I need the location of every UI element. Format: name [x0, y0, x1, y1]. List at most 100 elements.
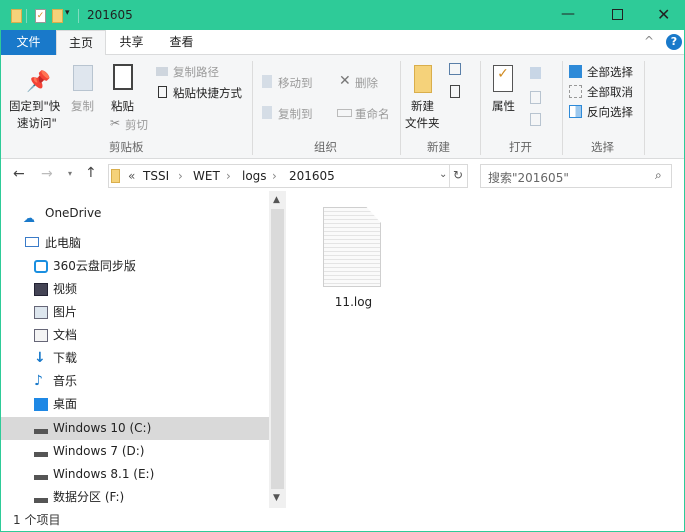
documents-icon: [34, 329, 48, 342]
sidebar-item-label: 下载: [53, 351, 78, 365]
invert-selection-icon: [569, 105, 582, 118]
recent-locations-button[interactable]: ▾: [68, 169, 72, 178]
status-bar: 1 个项目: [1, 509, 684, 531]
file-name: 11.log: [334, 295, 373, 309]
copy-to-button[interactable]: 复制到: [278, 106, 313, 122]
sidebar-item-label: OneDrive: [45, 206, 102, 220]
breadcrumb-wet[interactable]: WET: [193, 169, 220, 183]
sidebar-item-videos[interactable]: 视频: [1, 278, 269, 301]
new-folder-icon: [414, 65, 432, 93]
paste-shortcut-icon: [158, 86, 167, 98]
scrollbar-thumb[interactable]: [271, 209, 284, 489]
tab-share[interactable]: 共享: [109, 30, 154, 55]
new-item-icon[interactable]: [449, 63, 461, 75]
close-button[interactable]: ✕: [657, 5, 670, 24]
delete-button[interactable]: 删除: [355, 75, 378, 91]
breadcrumb-separator: ›: [272, 169, 277, 183]
music-icon: ♪: [34, 373, 43, 389]
move-to-button[interactable]: 移动到: [278, 75, 313, 91]
ribbon-home: 📌 固定到"快 速访问" 复制 粘贴 复制路径 粘贴快捷方式 ✂ 剪切 剪贴板 …: [1, 55, 684, 159]
sidebar-item-label: 图片: [53, 305, 78, 319]
forward-button[interactable]: →: [41, 166, 53, 182]
sidebar-item-drive-e[interactable]: Windows 8.1 (E:): [1, 463, 269, 486]
select-group-label: 选择: [591, 140, 614, 154]
sidebar-item-drive-c[interactable]: Windows 10 (C:): [1, 417, 269, 440]
sidebar-item-label: 文档: [53, 328, 78, 342]
scroll-up-icon[interactable]: ▲: [273, 195, 280, 205]
sidebar-item-music[interactable]: ♪ 音乐: [1, 370, 269, 393]
new-folder-quick-icon[interactable]: [52, 9, 63, 23]
history-icon[interactable]: [530, 113, 541, 126]
sidebar-item-pictures[interactable]: 图片: [1, 301, 269, 324]
rename-button[interactable]: 重命名: [355, 106, 390, 122]
pin-icon: 📌: [26, 69, 51, 93]
navigation-scrollbar[interactable]: ▲ ▼: [269, 191, 286, 508]
sidebar-item-drive-d[interactable]: Windows 7 (D:): [1, 440, 269, 463]
select-none-button[interactable]: 全部取消: [587, 84, 633, 100]
tab-view[interactable]: 查看: [159, 30, 204, 55]
file-item[interactable]: 11.log: [306, 201, 401, 316]
scissors-icon: ✂: [110, 116, 121, 130]
invert-selection-button[interactable]: 反向选择: [587, 104, 633, 120]
copy-button[interactable]: 复制: [71, 98, 94, 114]
new-folder-button[interactable]: 新建: [411, 98, 434, 114]
breadcrumb-overflow[interactable]: «: [128, 169, 135, 183]
copy-path-icon: [156, 67, 168, 76]
cut-button[interactable]: 剪切: [125, 117, 148, 133]
edit-icon[interactable]: [530, 91, 541, 104]
tab-file[interactable]: 文件: [1, 30, 56, 55]
download-icon: ↓: [34, 350, 46, 366]
copy-to-icon: [262, 106, 272, 119]
paste-button[interactable]: 粘贴: [111, 98, 134, 114]
copy-path-button[interactable]: 复制路径: [173, 64, 219, 80]
drive-icon: [34, 429, 48, 434]
computer-icon: [25, 237, 39, 247]
sidebar-item-label: Windows 7 (D:): [53, 444, 145, 458]
sidebar-item-documents[interactable]: 文档: [1, 324, 269, 347]
copy-icon: [73, 65, 93, 91]
sidebar-item-drive-f[interactable]: 数据分区 (F:): [1, 486, 269, 509]
open-icon[interactable]: [530, 67, 541, 79]
customize-quick-access-icon[interactable]: ▾: [65, 8, 70, 18]
easy-access-icon[interactable]: [450, 85, 460, 98]
select-all-button[interactable]: 全部选择: [587, 64, 633, 80]
refresh-icon[interactable]: ↻: [453, 168, 463, 182]
breadcrumb-201605[interactable]: 201605: [289, 169, 335, 183]
minimize-button[interactable]: —: [561, 6, 575, 22]
drive-icon: [34, 498, 48, 503]
properties-quick-icon[interactable]: ✓: [35, 9, 46, 23]
sidebar-item-this-pc[interactable]: 此电脑: [1, 232, 269, 255]
tab-home[interactable]: 主页: [56, 30, 106, 56]
drive-icon: [34, 452, 48, 457]
maximize-button[interactable]: [612, 9, 623, 20]
explorer-window: ✓ ▾ 201605 — ✕ 文件 主页 共享 查看 ^ ? 📌 固定到"快 速…: [0, 0, 685, 532]
sidebar-item-desktop[interactable]: 桌面: [1, 393, 269, 416]
scroll-down-icon[interactable]: ▼: [273, 493, 280, 503]
help-icon[interactable]: ?: [666, 34, 682, 50]
address-dropdown-icon[interactable]: ⌄: [439, 169, 447, 180]
breadcrumb-tssi[interactable]: TSSI: [143, 169, 169, 183]
sidebar-item-onedrive[interactable]: ☁ OneDrive: [1, 202, 269, 225]
search-placeholder: 搜索"201605": [488, 171, 569, 185]
up-button[interactable]: ↑: [85, 165, 97, 181]
breadcrumb-logs[interactable]: logs: [242, 169, 267, 183]
search-input[interactable]: 搜索"201605" ⌕: [480, 164, 672, 188]
sidebar-item-label: 音乐: [53, 374, 78, 388]
back-button[interactable]: ←: [13, 166, 25, 182]
pin-quick-access-button[interactable]: 固定到"快: [9, 98, 60, 114]
sidebar-item-downloads[interactable]: ↓ 下载: [1, 347, 269, 370]
drive-icon: [34, 475, 48, 480]
properties-button[interactable]: 属性: [492, 98, 515, 114]
paste-shortcut-button[interactable]: 粘贴快捷方式: [173, 85, 242, 101]
breadcrumb-separator: ›: [226, 169, 231, 183]
sidebar-item-label: 桌面: [53, 397, 78, 411]
collapse-ribbon-icon[interactable]: ^: [644, 34, 654, 48]
paste-icon: [113, 64, 133, 90]
sidebar-item-label: Windows 8.1 (E:): [53, 467, 155, 481]
rename-icon: [337, 109, 352, 117]
address-bar[interactable]: « TSSI › WET › logs › 201605 ⌄ ↻: [108, 164, 468, 188]
sidebar-item-label: 视频: [53, 282, 78, 296]
search-icon[interactable]: ⌕: [655, 168, 662, 183]
sidebar-item-360[interactable]: 360云盘同步版: [1, 255, 269, 278]
move-to-icon: [262, 75, 272, 88]
